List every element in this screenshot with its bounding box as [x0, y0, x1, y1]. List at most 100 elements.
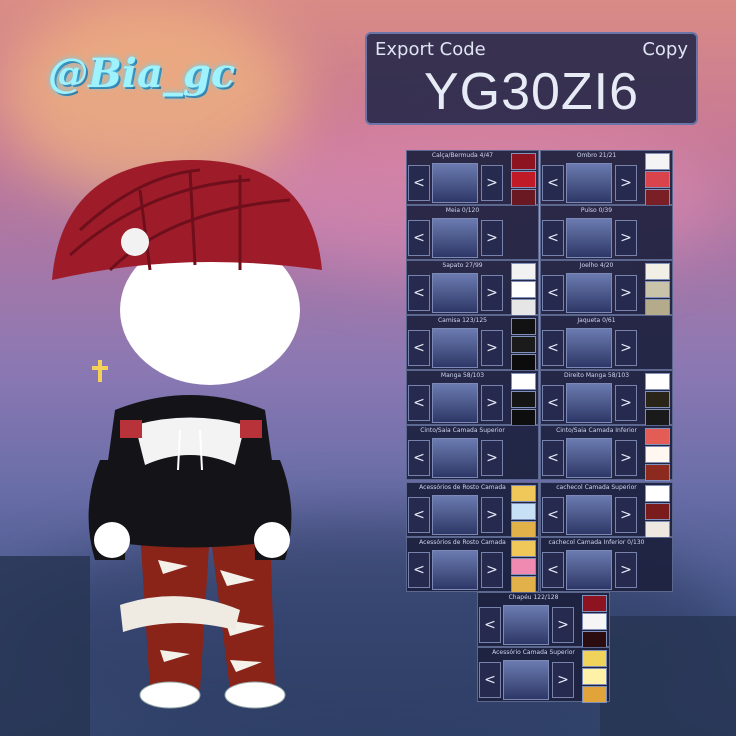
item-preview — [432, 218, 478, 258]
prev-arrow-button[interactable]: < — [479, 607, 501, 643]
color-swatch[interactable] — [511, 391, 536, 408]
outfit-slot: Chapéu 122/128 < > — [477, 592, 610, 648]
color-swatch[interactable] — [582, 650, 607, 667]
slot-label: Pulso 0/39 — [580, 207, 613, 214]
color-swatch[interactable] — [511, 299, 536, 316]
color-swatch[interactable] — [582, 686, 607, 703]
color-swatch[interactable] — [511, 521, 536, 538]
next-arrow-button[interactable]: > — [615, 275, 637, 311]
prev-arrow-button[interactable]: < — [542, 552, 564, 588]
prev-arrow-button[interactable]: < — [408, 497, 430, 533]
color-swatch[interactable] — [511, 153, 536, 170]
next-arrow-button[interactable]: > — [481, 497, 503, 533]
item-preview — [432, 438, 478, 478]
prev-arrow-button[interactable]: < — [479, 662, 501, 698]
next-arrow-button[interactable]: > — [552, 662, 574, 698]
color-swatch[interactable] — [511, 171, 536, 188]
next-arrow-button[interactable]: > — [481, 385, 503, 421]
prev-arrow-button[interactable]: < — [408, 440, 430, 476]
slot-label: Direito Manga 58/103 — [563, 372, 630, 379]
next-arrow-button[interactable]: > — [552, 607, 574, 643]
next-arrow-button[interactable]: > — [615, 440, 637, 476]
color-swatch[interactable] — [582, 631, 607, 648]
prev-arrow-button[interactable]: < — [408, 275, 430, 311]
outfit-slot: Camisa 123/125 < > — [406, 315, 539, 371]
next-arrow-button[interactable]: > — [481, 165, 503, 201]
color-swatch[interactable] — [645, 299, 670, 316]
prev-arrow-button[interactable]: < — [408, 165, 430, 201]
color-swatch[interactable] — [511, 189, 536, 206]
copy-button[interactable]: Copy — [642, 39, 688, 60]
color-swatch[interactable] — [645, 485, 670, 502]
color-swatch[interactable] — [511, 263, 536, 280]
color-swatch[interactable] — [511, 354, 536, 371]
next-arrow-button[interactable]: > — [615, 552, 637, 588]
color-swatch[interactable] — [645, 503, 670, 520]
next-arrow-button[interactable]: > — [481, 552, 503, 588]
color-swatch[interactable] — [645, 391, 670, 408]
color-swatch[interactable] — [645, 171, 670, 188]
color-swatch[interactable] — [645, 464, 670, 481]
prev-arrow-button[interactable]: < — [542, 165, 564, 201]
color-swatch[interactable] — [511, 576, 536, 593]
color-swatch[interactable] — [645, 153, 670, 170]
color-swatch[interactable] — [511, 558, 536, 575]
color-swatch[interactable] — [511, 281, 536, 298]
item-preview — [566, 218, 612, 258]
next-arrow-button[interactable]: > — [615, 165, 637, 201]
color-swatch[interactable] — [511, 540, 536, 557]
color-swatch[interactable] — [582, 668, 607, 685]
color-swatch[interactable] — [645, 263, 670, 280]
checkered-shoulder-patch — [120, 420, 142, 438]
outfit-slot: Cinto/Saia Camada Superior < > — [406, 425, 539, 480]
next-arrow-button[interactable]: > — [615, 385, 637, 421]
left-hand — [94, 522, 130, 558]
prev-arrow-button[interactable]: < — [542, 440, 564, 476]
prev-arrow-button[interactable]: < — [542, 330, 564, 366]
slot-label: Ombro 21/21 — [576, 152, 617, 159]
slot-label: Acessórios de Rosto Camada — [419, 484, 506, 491]
right-shoe — [224, 681, 286, 709]
prev-arrow-button[interactable]: < — [408, 385, 430, 421]
character-avatar — [52, 160, 322, 709]
color-swatch[interactable] — [511, 373, 536, 390]
right-hand — [254, 522, 290, 558]
left-shoe — [139, 681, 201, 709]
color-swatch[interactable] — [645, 409, 670, 426]
color-swatch[interactable] — [645, 428, 670, 445]
color-swatch[interactable] — [645, 446, 670, 463]
color-swatch[interactable] — [511, 503, 536, 520]
export-code-title: Export Code — [375, 39, 486, 60]
next-arrow-button[interactable]: > — [615, 497, 637, 533]
color-swatch[interactable] — [645, 189, 670, 206]
next-arrow-button[interactable]: > — [615, 330, 637, 366]
color-swatch[interactable] — [582, 595, 607, 612]
prev-arrow-button[interactable]: < — [408, 330, 430, 366]
next-arrow-button[interactable]: > — [481, 330, 503, 366]
next-arrow-button[interactable]: > — [615, 220, 637, 256]
prev-arrow-button[interactable]: < — [408, 220, 430, 256]
slot-label: Cinto/Saia Camada Inferior — [556, 427, 637, 434]
color-swatch[interactable] — [582, 613, 607, 630]
next-arrow-button[interactable]: > — [481, 220, 503, 256]
prev-arrow-button[interactable]: < — [542, 385, 564, 421]
color-swatch[interactable] — [645, 373, 670, 390]
item-preview — [432, 163, 478, 203]
color-swatch[interactable] — [511, 409, 536, 426]
color-swatch[interactable] — [645, 521, 670, 538]
color-swatch[interactable] — [511, 336, 536, 353]
slot-label: Sapato 27/99 — [442, 262, 483, 269]
item-preview — [566, 438, 612, 478]
prev-arrow-button[interactable]: < — [408, 552, 430, 588]
color-swatch[interactable] — [511, 318, 536, 335]
prev-arrow-button[interactable]: < — [542, 497, 564, 533]
creator-watermark: @Bia_gc — [48, 50, 236, 97]
color-swatch[interactable] — [511, 485, 536, 502]
slot-label: Joelho 4/20 — [579, 262, 614, 269]
prev-arrow-button[interactable]: < — [542, 220, 564, 256]
prev-arrow-button[interactable]: < — [542, 275, 564, 311]
outfit-slot: Pulso 0/39 < > — [540, 205, 673, 260]
next-arrow-button[interactable]: > — [481, 440, 503, 476]
color-swatch[interactable] — [645, 281, 670, 298]
next-arrow-button[interactable]: > — [481, 275, 503, 311]
